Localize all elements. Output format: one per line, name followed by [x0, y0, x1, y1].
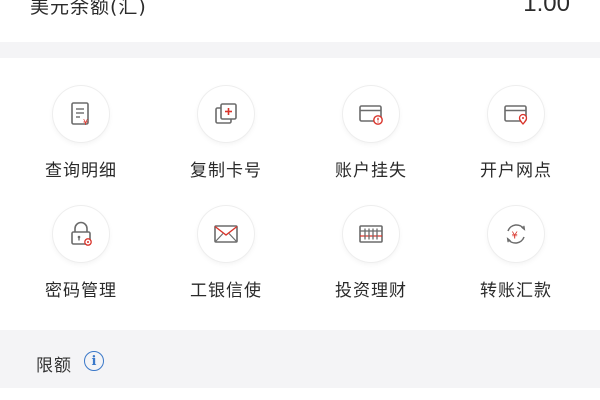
limit-label: 限额 [36, 356, 72, 376]
service-label: 工银信使 [190, 281, 262, 301]
service-transfer[interactable]: ¥ 转账汇款 [446, 206, 586, 316]
mail-icon [214, 225, 238, 243]
balance-row: 美元余额(汇) 1.00 [0, 0, 600, 42]
service-investment[interactable]: 投资理财 [301, 206, 441, 316]
lock-icon [71, 221, 92, 246]
abacus-icon [359, 225, 383, 243]
svg-text:¥: ¥ [512, 231, 518, 242]
service-query-details[interactable]: ¥ 查询明细 [11, 86, 151, 196]
card-location-icon [504, 105, 528, 125]
copy-icon [215, 103, 237, 124]
yuan-transfer-icon: ¥ [506, 224, 526, 244]
service-copy-card-number[interactable]: 复制卡号 [156, 86, 296, 196]
service-label: 密码管理 [45, 281, 117, 301]
info-icon[interactable]: i [84, 351, 104, 371]
service-label: 投资理财 [335, 281, 407, 301]
card-alert-icon [359, 105, 383, 125]
service-branch-locator[interactable]: 开户网点 [446, 86, 586, 196]
service-grid: ¥ 查询明细 复制卡号 账户挂失 开户网点 密码管理 工银信使 投资理财 ¥ 转… [0, 58, 600, 330]
limit-section-header: 限额 i [0, 336, 600, 388]
balance-value: 1.00 [523, 0, 570, 17]
service-label: 查询明细 [45, 161, 117, 181]
balance-label: 美元余额(汇) [30, 0, 147, 18]
service-label: 开户网点 [480, 161, 552, 181]
service-report-loss[interactable]: 账户挂失 [301, 86, 441, 196]
statement-icon: ¥ [71, 102, 89, 127]
service-label: 复制卡号 [190, 161, 262, 181]
svg-text:¥: ¥ [83, 118, 88, 127]
service-label: 账户挂失 [335, 161, 407, 181]
service-icbc-messenger[interactable]: 工银信使 [156, 206, 296, 316]
limit-content-area [0, 388, 600, 400]
service-password-management[interactable]: 密码管理 [11, 206, 151, 316]
service-label: 转账汇款 [480, 281, 552, 301]
